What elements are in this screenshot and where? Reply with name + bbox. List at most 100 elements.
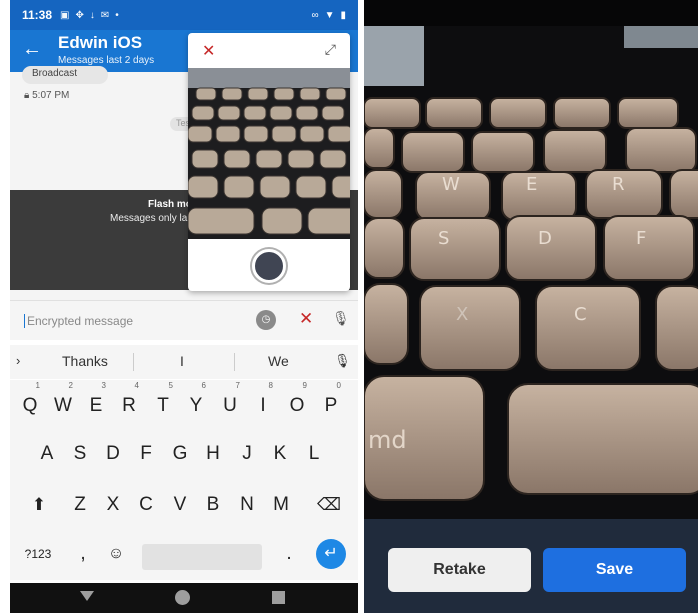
key-hint: 0 [336, 381, 341, 390]
chat-screen: 11:38 ▣ ✥ ↓ ✉ • ∞ ▼ ▮ ← Edwin iOS Messag… [10, 0, 358, 613]
android-nav-bar [10, 583, 358, 613]
key-q[interactable]: Q1 [15, 382, 45, 422]
backspace-icon[interactable]: ⌫ [314, 489, 344, 521]
key-f[interactable]: F [131, 438, 161, 470]
soft-keyboard: Q1 W2 E3 R4 T5 Y6 U7 I8 O9 P0 A S D F G … [10, 380, 358, 580]
shutter-button[interactable] [252, 249, 286, 283]
key-label: R [122, 395, 136, 416]
key-label: T [157, 395, 169, 416]
mail-icon: ✉ [100, 9, 110, 21]
key-m[interactable]: M [266, 489, 296, 521]
symbols-key[interactable]: ?123 [14, 538, 62, 570]
shift-icon[interactable]: ⬆ [24, 489, 54, 521]
keyboard-photo-thumbnail [188, 68, 350, 239]
download-icon: ↓ [89, 9, 95, 21]
message-bubble[interactable]: Broadcast [22, 66, 108, 84]
suggestion-strip: › Thanks I We 🎙︎ [10, 345, 358, 379]
suggestion-divider [133, 353, 134, 371]
key-u[interactable]: U7 [215, 382, 245, 422]
suggestion-2[interactable]: I [180, 353, 184, 369]
key-y[interactable]: Y6 [181, 382, 211, 422]
key-hint: 4 [134, 381, 139, 390]
image-notification-icon: ▣ [60, 9, 70, 21]
key-b[interactable]: B [198, 489, 228, 521]
key-z[interactable]: Z [65, 489, 95, 521]
conversation-title: Edwin iOS [58, 33, 143, 52]
key-w[interactable]: W2 [48, 382, 78, 422]
key-l[interactable]: L [299, 438, 329, 470]
key-o[interactable]: O9 [282, 382, 312, 422]
key-k[interactable]: K [265, 438, 295, 470]
svg-text:C: C [574, 304, 587, 325]
key-period[interactable]: . [274, 538, 304, 570]
key-v[interactable]: V [165, 489, 195, 521]
key-label: W [54, 395, 72, 416]
key-hint: 8 [268, 381, 273, 390]
back-arrow-icon[interactable]: ← [22, 38, 42, 61]
key-hint: 7 [235, 381, 240, 390]
spacebar[interactable] [142, 544, 262, 570]
key-x[interactable]: X [98, 489, 128, 521]
photo-preview-screen: W E R S D F X C md Retake Save [364, 0, 698, 613]
svg-text:S: S [438, 228, 449, 249]
key-label: E [89, 395, 103, 416]
svg-text:R: R [612, 174, 625, 195]
key-h[interactable]: H [198, 438, 228, 470]
keyboard-photo: W E R S D F X C md [364, 0, 698, 519]
chevron-right-icon[interactable]: › [16, 353, 20, 368]
nav-back-icon[interactable] [80, 591, 94, 601]
key-hint: 3 [101, 381, 106, 390]
timer-icon[interactable]: ◷ [256, 310, 276, 330]
key-hint: 9 [302, 381, 307, 390]
lock-icon: 🔒︎ [24, 90, 30, 101]
conversation-subtitle: Messages last 2 days [58, 55, 155, 66]
key-label: P [324, 395, 338, 416]
key-p[interactable]: P0 [316, 382, 346, 422]
svg-text:md: md [368, 426, 407, 454]
save-button[interactable]: Save [543, 548, 686, 592]
preview-actions-bar: Retake Save [364, 519, 698, 613]
expand-icon[interactable]: ⤢ [325, 41, 336, 58]
key-s[interactable]: S [65, 438, 95, 470]
cancel-icon[interactable]: ✕ [299, 309, 313, 329]
key-a[interactable]: A [32, 438, 62, 470]
svg-text:F: F [636, 228, 646, 249]
voice-input-icon[interactable]: 🎙︎ [334, 353, 351, 369]
close-icon[interactable]: ✕ [202, 41, 215, 61]
key-i[interactable]: I8 [248, 382, 278, 422]
key-t[interactable]: T5 [148, 382, 178, 422]
compose-bar: Encrypted message ◷ ✕ 🎙︎ [10, 300, 358, 340]
svg-text:D: D [538, 228, 552, 249]
nav-home-icon[interactable] [175, 590, 190, 605]
flash-mode-subtitle: Messages only la [110, 213, 188, 224]
key-hint: 2 [68, 381, 73, 390]
key-c[interactable]: C [131, 489, 161, 521]
status-time: 11:38 [22, 8, 53, 22]
link-icon: ∞ [311, 9, 319, 21]
dot-icon: • [115, 9, 119, 21]
message-timestamp: 🔒︎ 5:07 PM [24, 90, 69, 101]
enter-icon[interactable]: ↵ [316, 539, 346, 569]
key-e[interactable]: E3 [81, 382, 111, 422]
key-n[interactable]: N [232, 489, 262, 521]
suggestion-1[interactable]: Thanks [62, 353, 108, 369]
key-g[interactable]: G [165, 438, 195, 470]
nav-recents-icon[interactable] [272, 591, 285, 604]
emoji-icon[interactable]: ☺ [101, 538, 131, 570]
flash-mode-title: Flash mo [148, 199, 192, 210]
battery-icon: ▮ [340, 9, 346, 21]
camera-preview [188, 68, 350, 239]
svg-text:E: E [526, 174, 537, 195]
captured-photo: W E R S D F X C md [364, 0, 698, 519]
svg-text:X: X [456, 304, 468, 325]
key-j[interactable]: J [232, 438, 262, 470]
sync-icon: ✥ [75, 9, 84, 21]
retake-button[interactable]: Retake [388, 548, 531, 592]
microphone-icon[interactable]: 🎙︎ [332, 310, 350, 327]
suggestion-3[interactable]: We [268, 353, 289, 369]
message-input[interactable]: Encrypted message [24, 314, 133, 328]
key-comma[interactable]: , [68, 538, 98, 570]
key-d[interactable]: D [98, 438, 128, 470]
key-r[interactable]: R4 [114, 382, 144, 422]
key-label: U [223, 395, 237, 416]
